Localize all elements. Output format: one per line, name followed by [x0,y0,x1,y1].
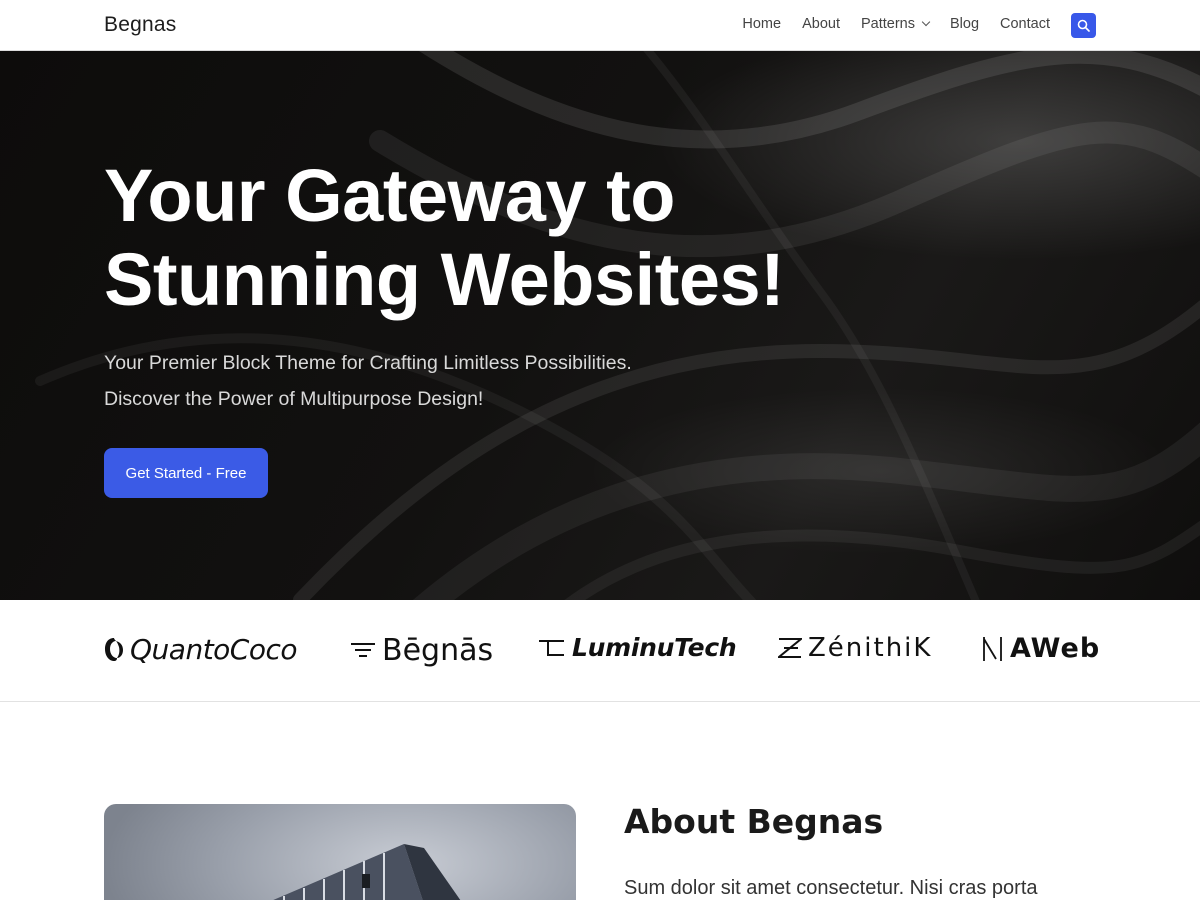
quantococo-logo-icon [105,637,123,661]
nav-item-blog[interactable]: Blog [950,16,979,32]
nav-item-patterns-label: Patterns [860,16,915,32]
luminutech-logo-icon [539,639,564,656]
nav-item-patterns[interactable]: Patterns [860,16,931,32]
logo-begnas: Bēgnās [350,633,493,668]
logo-zenithik: ZénithiK [778,633,932,663]
about-text: Sum dolor sit amet consectetur. Nisi cra… [624,877,1038,899]
logo-luminutech: LuminuTech [538,633,737,662]
hero-title: Your Gateway to Stunning Websites! [104,154,864,322]
client-logos: QuantoCoco Bēgnās LuminuTech ZénithiK AW… [0,600,1200,702]
primary-nav: Home About Patterns Blog Contact [742,16,1050,32]
hero-subtitle-line-1: Your Premier Block Theme for Crafting Li… [104,352,632,374]
hero-background-waves [35,51,1200,600]
logo-quantococo: QuantoCoco [104,633,298,666]
hero-title-line-2: Stunning Websites! [104,238,785,321]
hero-title-line-1: Your Gateway to [104,154,675,237]
logo-quantococo-text: QuantoCoco [130,633,298,666]
site-title[interactable]: Begnas [104,13,176,37]
search-icon [1077,19,1090,32]
logo-luminutech-text: LuminuTech [572,633,737,662]
logo-aweb-text: AWeb [1010,633,1101,664]
about-building-image [104,804,576,900]
hero-subtitle-line-2: Discover the Power of Multipurpose Desig… [104,388,484,410]
logo-begnas-text: Bēgnās [382,633,494,668]
logo-zenithik-text: ZénithiK [808,633,933,663]
zenithik-logo-icon [778,638,802,658]
nav-item-about[interactable]: About [802,16,840,32]
get-started-button[interactable]: Get Started - Free [104,448,268,498]
site-header: Begnas Home About Patterns Blog Contact [0,0,1200,51]
building-illustration [273,844,461,900]
aweb-logo-icon [983,636,1002,661]
hero-section: Your Gateway to Stunning Websites! Your … [0,51,1200,600]
logo-aweb: AWeb [982,633,1100,664]
about-title: About Begnas [624,802,884,841]
search-button[interactable] [1071,13,1096,38]
hero-subtitle: Your Premier Block Theme for Crafting Li… [104,345,632,417]
nav-item-contact[interactable]: Contact [1000,16,1050,32]
nav-item-home[interactable]: Home [742,16,781,32]
chevron-down-icon [921,17,931,27]
begnas-logo-icon [351,642,375,657]
